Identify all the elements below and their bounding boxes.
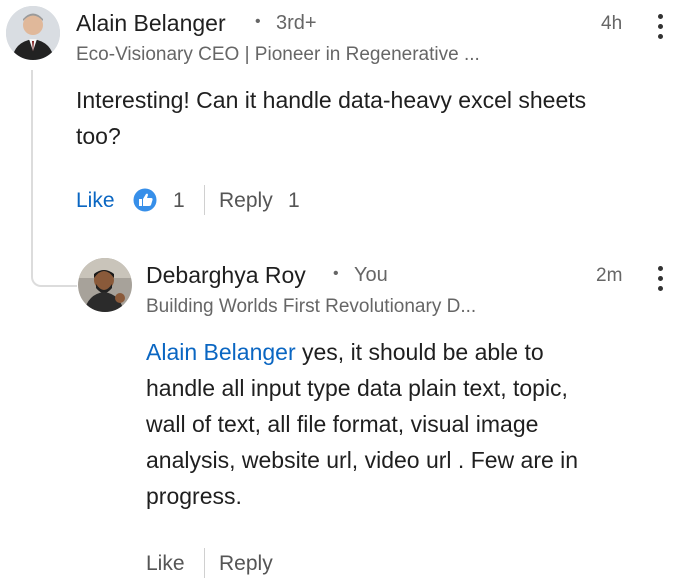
separator-dot: • xyxy=(255,13,261,30)
you-badge: You xyxy=(354,264,388,286)
more-vertical-icon[interactable] xyxy=(656,266,664,296)
reply-reply-button[interactable]: Reply xyxy=(219,552,273,576)
reply-like-button[interactable]: Like xyxy=(146,552,185,576)
reply-text-line: progress. xyxy=(146,483,242,509)
reply-text-line: wall of text, all file format, visual im… xyxy=(146,411,539,437)
reply-text-line: analysis, website url, video url . Few a… xyxy=(146,447,579,473)
reply-text-line: handle all input type data plain text, t… xyxy=(146,375,568,401)
comment-author-headline: Eco-Visionary CEO | Pioneer in Regenerat… xyxy=(76,44,480,65)
reply-text: Alain Belanger yes, it should be able to… xyxy=(146,334,666,514)
thread-connector xyxy=(31,70,77,287)
more-vertical-icon[interactable] xyxy=(656,14,664,44)
avatar-debarghya-roy[interactable] xyxy=(78,258,132,312)
reply-text-line: Alain Belanger yes, it should be able to xyxy=(146,334,666,370)
reply-count: 1 xyxy=(288,189,300,212)
reply-timestamp: 2m xyxy=(596,265,623,286)
reply-text-first: yes, it should be able to xyxy=(295,339,544,365)
comment-text: Interesting! Can it handle data-heavy ex… xyxy=(76,82,666,154)
comment-text-line: Interesting! Can it handle data-heavy ex… xyxy=(76,87,587,113)
mention-link[interactable]: Alain Belanger xyxy=(146,339,296,365)
action-divider xyxy=(204,548,205,578)
comment-text-line: too? xyxy=(76,123,121,149)
avatar-photo xyxy=(78,258,132,312)
comment-author-name[interactable]: Alain Belanger xyxy=(76,10,226,37)
reply-author-name[interactable]: Debarghya Roy xyxy=(146,262,306,289)
separator-dot: • xyxy=(333,265,339,282)
avatar-photo xyxy=(6,6,60,60)
comment-timestamp: 4h xyxy=(601,13,623,34)
reaction-count[interactable]: 1 xyxy=(173,189,185,213)
connection-degree: 3rd+ xyxy=(276,12,317,34)
action-divider xyxy=(204,185,205,215)
avatar-alain-belanger[interactable] xyxy=(6,6,60,60)
reply-author-headline: Building Worlds First Revolutionary D... xyxy=(146,296,477,317)
thumbs-up-reaction-icon xyxy=(132,187,158,213)
comment-like-button[interactable]: Like xyxy=(76,189,115,213)
comment-reply-button[interactable]: Reply xyxy=(219,189,273,213)
